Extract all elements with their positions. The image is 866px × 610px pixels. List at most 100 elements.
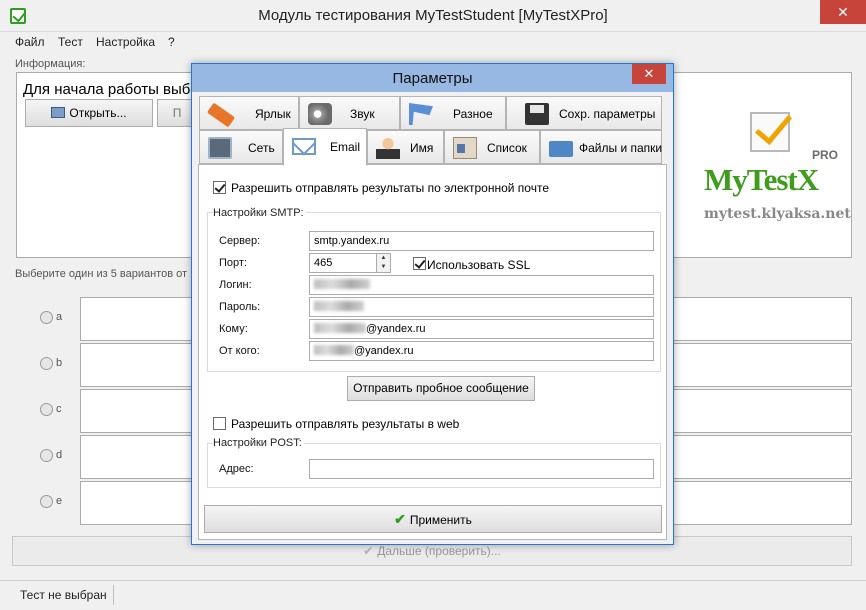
status-separator — [113, 585, 114, 605]
apply-button[interactable]: ✔ Применить — [204, 505, 662, 533]
address-label: Адрес: — [219, 463, 254, 475]
blurred-text — [314, 323, 366, 333]
address-input[interactable] — [309, 459, 654, 479]
menu-settings[interactable]: Настройка — [96, 35, 155, 49]
tab-label-text: Разное — [453, 107, 493, 121]
tab-label-text: Сохр. параметры — [559, 107, 656, 121]
blurred-text — [314, 345, 354, 355]
tab-label-text: Ярлык — [255, 107, 291, 121]
window-title: Модуль тестирования MyTestStudent [MyTes… — [258, 7, 608, 24]
answer-letter: a — [56, 311, 63, 323]
check-icon: ✔ — [363, 544, 374, 558]
folder-icon — [549, 141, 573, 157]
blurred-text — [314, 279, 370, 289]
envelope-icon — [292, 138, 316, 155]
from-input[interactable]: @yandex.ru — [309, 341, 654, 361]
label-icon — [206, 102, 236, 128]
tab-name[interactable]: Имя — [367, 130, 444, 164]
login-input[interactable] — [309, 275, 654, 295]
to-input[interactable]: @yandex.ru — [309, 319, 654, 339]
menu-file[interactable]: Файл — [15, 35, 45, 49]
from-label: От кого: — [219, 345, 260, 357]
password-label: Пароль: — [219, 301, 261, 313]
tab-misc[interactable]: Разное — [400, 96, 506, 130]
tab-network[interactable]: Сеть — [199, 130, 283, 164]
post-group-title: Настройки POST: — [213, 437, 304, 449]
network-icon — [208, 137, 232, 159]
open-folder-icon — [51, 107, 66, 118]
person-icon — [376, 137, 400, 159]
answer-letter: e — [56, 495, 63, 507]
tab-sound[interactable]: Звук — [299, 96, 400, 130]
server-input[interactable]: smtp.yandex.ru — [309, 231, 654, 251]
logo-check-icon — [750, 112, 790, 152]
dialog-title: Параметры — [392, 70, 473, 87]
answer-radio-a[interactable] — [40, 311, 53, 324]
login-label: Логин: — [219, 279, 252, 291]
tab-label-text: Список — [487, 141, 527, 155]
flag-icon — [409, 103, 433, 125]
logo-url: mytest.klyaksa.net — [704, 206, 851, 222]
tab-label-text: Имя — [410, 141, 434, 155]
port-value: 465 — [314, 257, 333, 269]
port-stepper[interactable]: 465 ▲ ▼ — [309, 253, 391, 273]
tab-label-text: Сеть — [248, 141, 275, 155]
id-card-icon — [453, 137, 477, 159]
info-text: Для начала работы выбе — [23, 81, 199, 98]
logo-pro: PRO — [812, 148, 839, 162]
dialog-close-button[interactable]: ✕ — [632, 64, 666, 84]
open-button-label: Открыть... — [69, 106, 127, 120]
allow-email-checkbox[interactable] — [213, 181, 226, 194]
mytestx-logo: PRO MyTestX mytest.klyaksa.net — [700, 108, 851, 226]
logo-name: MyTestX — [704, 162, 819, 197]
tab-label-text: Email — [330, 140, 361, 154]
password-input[interactable] — [309, 297, 654, 317]
open-button[interactable]: Открыть... — [25, 99, 153, 127]
send-test-message-button[interactable]: Отправить пробное сообщение — [347, 376, 535, 401]
tab-save-params[interactable]: Сохр. параметры — [506, 96, 662, 130]
tab-email[interactable]: Email — [283, 128, 367, 166]
answer-letter: c — [56, 403, 62, 415]
check-icon: ✔ — [394, 511, 406, 527]
status-text: Тест не выбран — [20, 588, 107, 602]
to-label: Кому: — [219, 323, 248, 335]
spin-up-icon: ▲ — [380, 255, 387, 261]
menu-help[interactable]: ? — [168, 35, 175, 49]
allow-email-label: Разрешить отправлять результаты по элект… — [231, 181, 549, 195]
use-ssl-checkbox[interactable] — [413, 257, 426, 270]
close-window-button[interactable]: ✕ — [820, 0, 866, 24]
menu-bar: Файл Тест Настройка ? — [0, 32, 866, 52]
parameters-dialog: Параметры ✕ Ярлык Звук Разное Сохр. пара… — [191, 63, 674, 545]
title-bar: Модуль тестирования MyTestStudent [MyTes… — [0, 0, 866, 32]
menu-test[interactable]: Тест — [58, 35, 83, 49]
floppy-disk-icon — [525, 103, 549, 125]
answers-label: Выберите один из 5 вариантов от — [15, 268, 188, 280]
answer-letter: d — [56, 449, 63, 461]
to-domain: @yandex.ru — [366, 323, 426, 335]
smtp-group-title: Настройки SMTP: — [213, 207, 306, 219]
answer-radio-b[interactable] — [40, 357, 53, 370]
tab-files-folders[interactable]: Файлы и папки — [540, 130, 662, 164]
port-label: Порт: — [219, 257, 247, 269]
port-spinner[interactable]: ▲ ▼ — [376, 254, 390, 272]
allow-web-checkbox[interactable] — [213, 417, 226, 430]
apply-button-label: Применить — [409, 513, 472, 527]
server-label: Сервер: — [219, 235, 261, 247]
from-domain: @yandex.ru — [354, 345, 414, 357]
spin-down-icon: ▼ — [380, 264, 387, 270]
status-bar: Тест не выбран — [0, 580, 866, 610]
info-label: Информация: — [15, 58, 86, 70]
blurred-text — [314, 301, 364, 311]
tab-label-shortcut[interactable]: Ярлык — [199, 96, 299, 130]
tab-list[interactable]: Список — [444, 130, 540, 164]
answer-letter: b — [56, 357, 63, 369]
next-button-label: Дальше (проверить)... — [377, 544, 501, 558]
speaker-icon — [308, 103, 332, 125]
answer-radio-c[interactable] — [40, 403, 53, 416]
use-ssl-label: Использовать SSL — [427, 258, 531, 272]
dialog-title-bar: Параметры ✕ — [192, 64, 673, 92]
answer-radio-d[interactable] — [40, 449, 53, 462]
email-settings-panel: Разрешить отправлять результаты по элект… — [198, 164, 667, 540]
tab-label-text: Звук — [350, 107, 375, 121]
answer-radio-e[interactable] — [40, 495, 53, 508]
